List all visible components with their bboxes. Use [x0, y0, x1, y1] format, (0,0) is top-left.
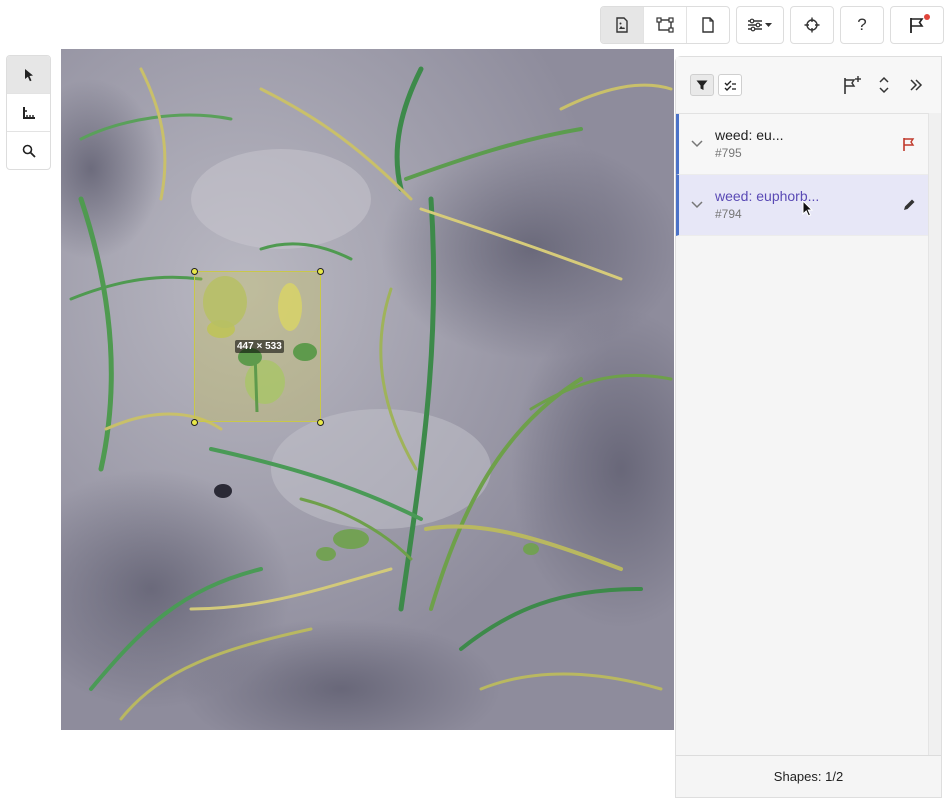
expand-item-button[interactable] — [679, 201, 715, 209]
field-image — [61, 49, 674, 730]
ruler-icon — [22, 106, 35, 119]
flag-icon — [910, 18, 924, 33]
zoom-tool[interactable] — [7, 132, 50, 169]
filter-button[interactable] — [690, 74, 714, 96]
object-item-text: weed: eu... #795 — [715, 127, 889, 161]
image-canvas[interactable] — [61, 49, 674, 730]
filters-button[interactable] — [737, 7, 783, 43]
collapse-panel-icon — [910, 79, 923, 91]
bbox-handle-top-left[interactable] — [191, 268, 198, 275]
pointer-icon — [24, 68, 33, 81]
left-toolbar — [6, 55, 51, 170]
pointer-tool[interactable] — [7, 56, 50, 94]
bbox-handle-top-right[interactable] — [317, 268, 324, 275]
add-flag-icon — [844, 76, 861, 94]
crosshair-group — [790, 6, 834, 44]
ruler-tool[interactable] — [7, 94, 50, 132]
transform-icon — [656, 17, 674, 33]
bbox-handle-bottom-right[interactable] — [317, 419, 324, 426]
expand-collapse-button[interactable] — [871, 72, 897, 98]
top-toolbar: ? — [600, 6, 944, 44]
add-flag-button[interactable] — [839, 72, 865, 98]
notification-dot — [924, 14, 930, 20]
chevron-down-icon — [691, 201, 703, 209]
filters-icon — [748, 18, 772, 32]
object-id: #795 — [715, 146, 742, 160]
view-mode-group — [600, 6, 730, 44]
image-view-button[interactable] — [601, 7, 644, 43]
object-item-795[interactable]: weed: eu... #795 — [676, 114, 929, 175]
flag-button[interactable] — [891, 7, 943, 43]
collapse-panel-button[interactable] — [903, 72, 929, 98]
document-button[interactable] — [687, 7, 729, 43]
flag-item-button[interactable] — [889, 137, 929, 152]
expand-item-button[interactable] — [679, 140, 715, 148]
image-view-icon — [616, 17, 628, 33]
search-icon — [22, 144, 36, 158]
filter-icon — [696, 80, 708, 90]
flag-icon — [903, 137, 915, 151]
sidebar-scrollbar[interactable] — [928, 113, 941, 755]
objects-sidebar: weed: eu... #795 weed: euphorb... #794 S… — [675, 56, 942, 798]
document-icon — [702, 17, 714, 33]
sidebar-header — [676, 57, 941, 114]
help-button[interactable]: ? — [841, 7, 883, 43]
crosshair-icon — [804, 17, 820, 33]
mouse-cursor-icon — [802, 200, 814, 217]
expand-collapse-icon — [879, 76, 889, 94]
shapes-count: Shapes: 1/2 — [676, 755, 941, 797]
crosshair-button[interactable] — [791, 7, 833, 43]
help-group: ? — [840, 6, 884, 44]
help-icon: ? — [857, 15, 867, 34]
transform-button[interactable] — [644, 7, 687, 43]
filters-group — [736, 6, 784, 44]
object-label: weed: eu... — [715, 127, 784, 143]
bbox-handle-bottom-left[interactable] — [191, 419, 198, 426]
check-all-icon — [724, 80, 736, 91]
edit-item-button[interactable] — [889, 198, 929, 212]
bbox-size-label: 447 × 533 — [235, 340, 284, 353]
flag-group — [890, 6, 944, 44]
check-all-button[interactable] — [718, 74, 742, 96]
pencil-icon — [904, 199, 915, 210]
chevron-down-icon — [691, 140, 703, 148]
